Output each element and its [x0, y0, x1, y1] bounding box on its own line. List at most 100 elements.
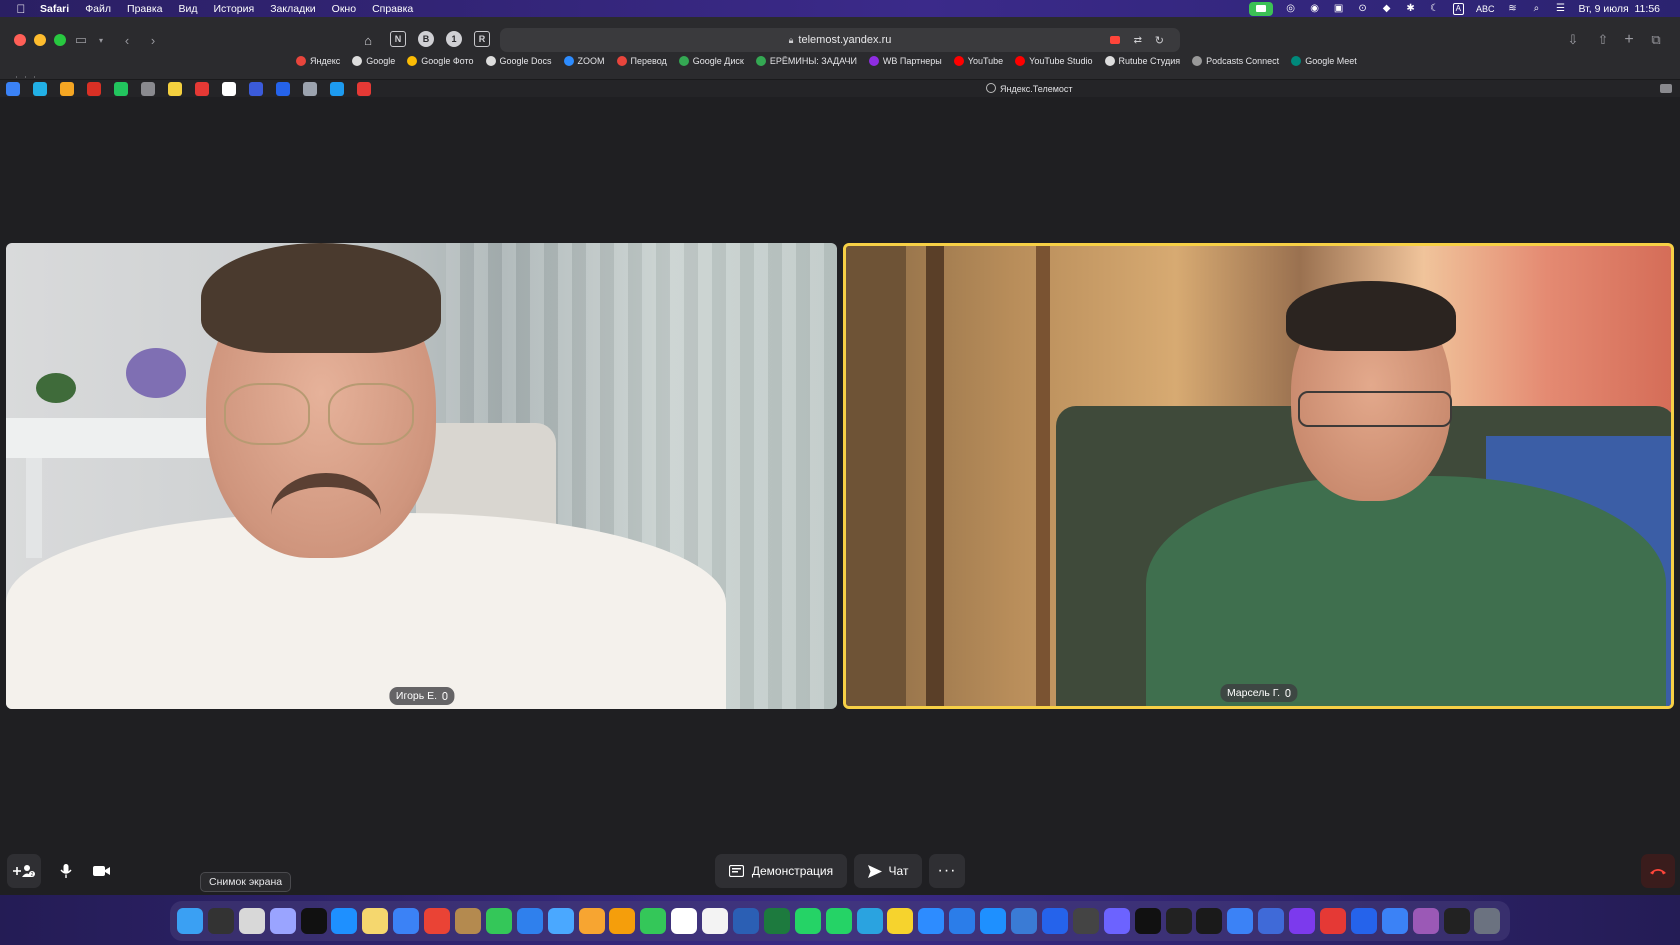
bitwarden-extension-icon[interactable]: B — [418, 31, 434, 47]
dock-app-icon[interactable] — [1103, 908, 1130, 934]
dock-app-icon[interactable] — [1041, 908, 1068, 934]
close-window-button[interactable] — [14, 34, 26, 46]
dock-app-icon[interactable] — [794, 908, 821, 934]
menu-help[interactable]: Справка — [372, 3, 413, 15]
more-options-button[interactable]: ··· — [929, 854, 965, 888]
bookmark-item[interactable]: Rutube Студия — [1104, 56, 1180, 66]
pinned-tab-icon[interactable] — [168, 82, 182, 96]
dock-app-icon[interactable] — [856, 908, 883, 934]
bluetooth-icon[interactable]: ✱ — [1405, 3, 1417, 15]
camera-indicator-icon[interactable] — [1110, 36, 1120, 44]
dock-app-icon[interactable] — [1227, 908, 1254, 934]
video-tile-participant-2-active[interactable]: Марсель Г. — [843, 243, 1674, 709]
dock-app-icon[interactable] — [1443, 908, 1470, 934]
input-source-icon[interactable]: A — [1452, 2, 1464, 15]
zoom-status-icon[interactable]: ▣ — [1333, 3, 1345, 15]
pinned-tab-icon[interactable] — [114, 82, 128, 96]
pinned-tab-icon[interactable] — [303, 82, 317, 96]
pinned-tab-icon[interactable] — [6, 82, 20, 96]
bookmark-item[interactable]: YouTube Studio — [1015, 56, 1093, 66]
bookmark-item[interactable]: ЕРЁМИНЫ: ЗАДАЧИ — [755, 56, 857, 66]
sidebar-toggle-icon[interactable]: ▭ — [72, 31, 90, 49]
tab-telemost[interactable]: Яндекс.Телемост — [986, 83, 1073, 94]
bookmark-item[interactable]: WB Партнеры — [868, 56, 942, 66]
back-icon[interactable]: ‹ — [118, 31, 136, 49]
password-icon[interactable]: ⊙ — [1357, 3, 1369, 15]
pinned-tab-icon[interactable] — [330, 82, 344, 96]
leave-call-button[interactable] — [1641, 854, 1675, 888]
notion-extension-icon[interactable]: N — [390, 31, 406, 47]
minimize-window-button[interactable] — [34, 34, 46, 46]
dock-app-icon[interactable] — [1196, 908, 1223, 934]
menu-app-safari[interactable]: Safari — [40, 3, 69, 15]
zoom-window-button[interactable] — [54, 34, 66, 46]
pinned-tab-icon[interactable] — [60, 82, 74, 96]
invite-participants-button[interactable]: 2 — [7, 854, 41, 888]
dock-app-icon[interactable] — [980, 908, 1007, 934]
bookmark-item[interactable]: Google — [352, 56, 395, 66]
dock-app-icon[interactable] — [1289, 908, 1316, 934]
dock-app-icon[interactable] — [1319, 908, 1346, 934]
dock-app-icon[interactable] — [1412, 908, 1439, 934]
apple-icon[interactable]:  — [14, 2, 28, 16]
dock-app-icon[interactable] — [485, 908, 512, 934]
dock-app-icon[interactable] — [763, 908, 790, 934]
dock-app-icon[interactable] — [609, 908, 636, 934]
dock-app-icon[interactable] — [1474, 908, 1501, 934]
dock-app-icon[interactable] — [1072, 908, 1099, 934]
bookmark-item[interactable]: Google Docs — [485, 56, 552, 66]
pinned-tab-icon[interactable] — [195, 82, 209, 96]
menu-file[interactable]: Файл — [85, 3, 111, 15]
dock-app-icon[interactable] — [177, 908, 203, 934]
menu-view[interactable]: Вид — [178, 3, 197, 15]
dock-app-icon[interactable] — [1381, 908, 1408, 934]
dock-app-icon[interactable] — [578, 908, 605, 934]
dock-app-icon[interactable] — [362, 908, 389, 934]
dock-app-icon[interactable] — [455, 908, 482, 934]
pinned-tab-icon[interactable] — [357, 82, 371, 96]
dock-app-icon[interactable] — [887, 908, 914, 934]
tab-camera-icon[interactable] — [1660, 84, 1672, 93]
wifi-icon[interactable]: ≋ — [1506, 3, 1518, 15]
screen-share-button[interactable]: Демонстрация — [715, 854, 847, 888]
camera-in-use-icon[interactable] — [1248, 1, 1273, 16]
dock-app-icon[interactable] — [269, 908, 296, 934]
dock-app-icon[interactable] — [640, 908, 667, 934]
dock-app-icon[interactable] — [300, 908, 327, 934]
pinned-tab-icon[interactable] — [276, 82, 290, 96]
screenshot-app-icon[interactable]: ◎ — [1285, 3, 1297, 15]
bookmark-item[interactable]: Podcasts Connect — [1192, 56, 1279, 66]
pinned-tab-icon[interactable] — [222, 82, 236, 96]
dock-app-icon[interactable] — [1165, 908, 1192, 934]
dock-app-icon[interactable] — [1258, 908, 1285, 934]
dock-app-icon[interactable] — [238, 908, 265, 934]
camera-toggle-button[interactable] — [85, 854, 119, 888]
bookmark-item[interactable]: ZOOM — [563, 56, 605, 66]
tab-overview-icon[interactable]: ⧉ — [1647, 31, 1665, 49]
focus-moon-icon[interactable]: ☾ — [1429, 3, 1441, 15]
bookmark-item[interactable]: Яндекс — [296, 56, 340, 66]
bookmark-item[interactable]: Перевод — [616, 56, 667, 66]
creative-cloud-icon[interactable]: ◉ — [1309, 3, 1321, 15]
share-icon[interactable]: ⇧ — [1594, 31, 1612, 49]
onepassword-extension-icon[interactable]: 1 — [446, 31, 462, 47]
dock-app-icon[interactable] — [424, 908, 451, 934]
downloads-icon[interactable]: ⇩ — [1564, 31, 1582, 49]
dock-app-icon[interactable] — [702, 908, 729, 934]
bookmark-item[interactable]: Google Фото — [407, 56, 474, 66]
dock-app-icon[interactable] — [1011, 908, 1038, 934]
control-center-icon[interactable]: ☰ — [1554, 3, 1566, 15]
menu-window[interactable]: Окно — [332, 3, 356, 15]
pinned-tab-icon[interactable] — [87, 82, 101, 96]
chevron-down-icon[interactable]: ▾ — [92, 31, 110, 49]
input-source-label[interactable]: ABC — [1476, 4, 1495, 14]
dock-app-icon[interactable] — [918, 908, 945, 934]
dropbox-icon[interactable]: ◆ — [1381, 3, 1393, 15]
dock-app-icon[interactable] — [393, 908, 420, 934]
dock-app-icon[interactable] — [1134, 908, 1161, 934]
pinned-tab-icon[interactable] — [33, 82, 47, 96]
translate-icon[interactable]: ⇄ — [1134, 35, 1142, 46]
menu-history[interactable]: История — [213, 3, 254, 15]
dock-app-icon[interactable] — [207, 908, 234, 934]
menu-bookmarks[interactable]: Закладки — [270, 3, 315, 15]
